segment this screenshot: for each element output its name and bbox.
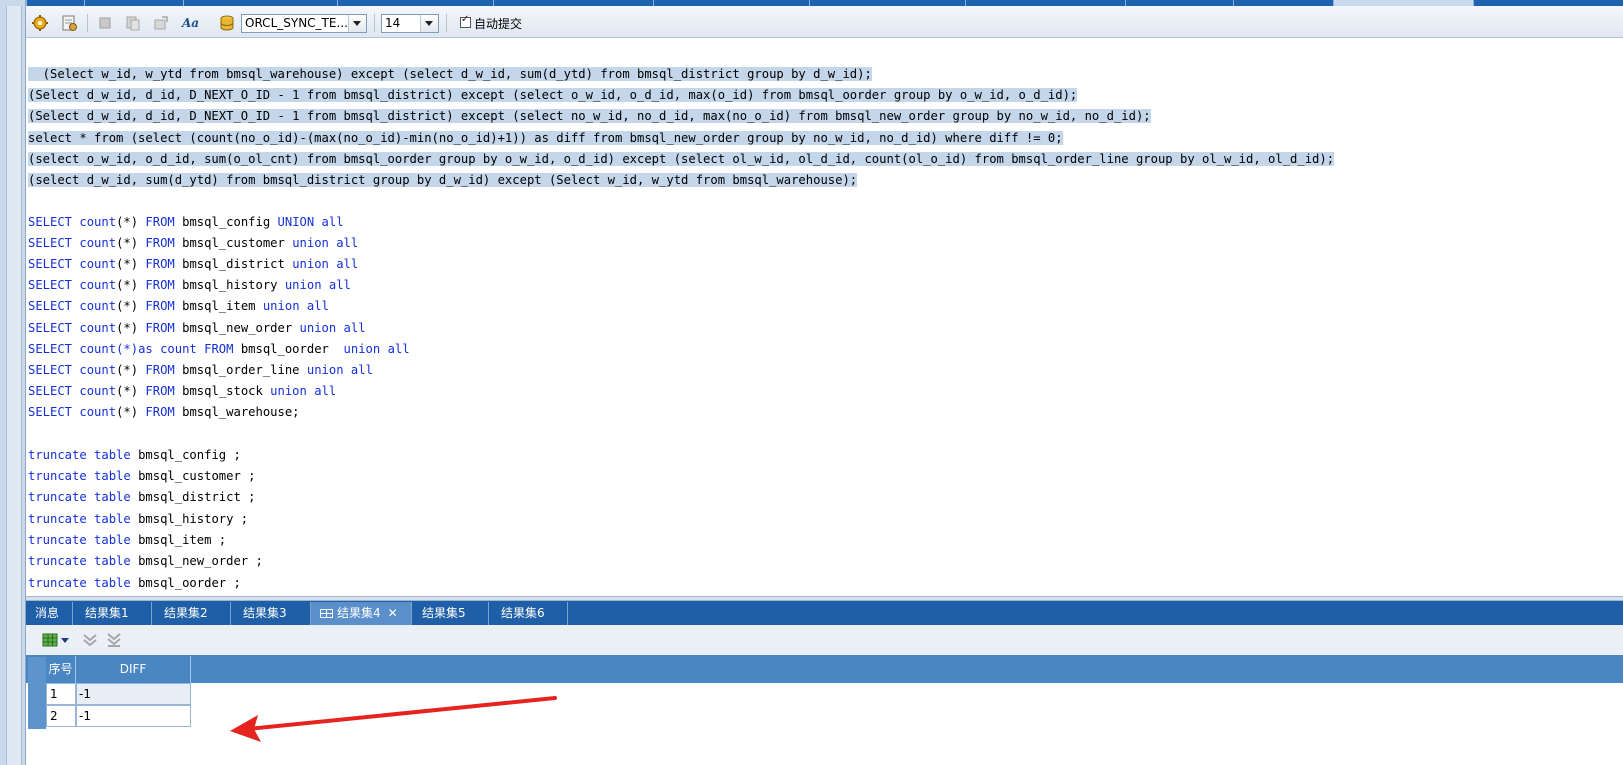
annotation-arrow — [230, 696, 557, 742]
